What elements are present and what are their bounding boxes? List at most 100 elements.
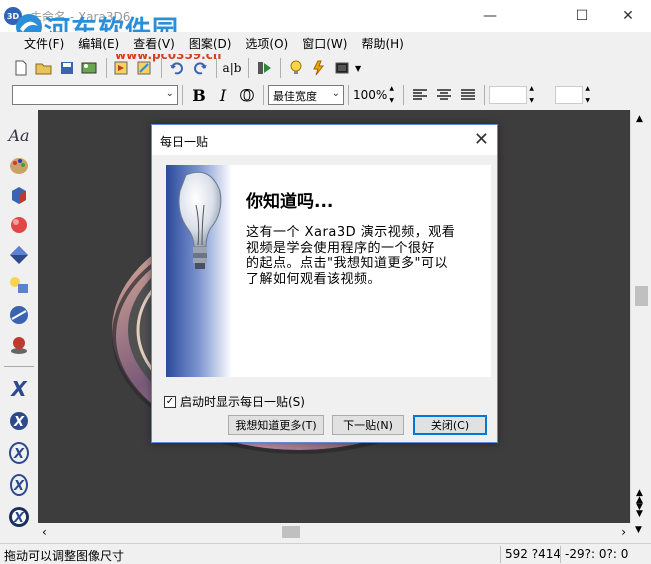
checkbox-checkmark-icon[interactable]: ✓ bbox=[164, 395, 176, 408]
frame-dropdown-icon[interactable]: ▼ bbox=[355, 64, 361, 73]
zoom-spin[interactable] bbox=[387, 85, 399, 105]
italic-button[interactable]: I bbox=[211, 84, 235, 106]
toolbar-separator bbox=[106, 58, 107, 78]
minimize-button[interactable]: — bbox=[467, 0, 513, 32]
open-folder-icon[interactable] bbox=[33, 57, 55, 79]
svg-text:X: X bbox=[13, 511, 25, 526]
dialog-title: 每日一贴 bbox=[160, 135, 209, 149]
frame-icon[interactable] bbox=[331, 57, 353, 79]
toolbar-separator bbox=[484, 85, 486, 105]
text-style-icon[interactable]: Aa bbox=[6, 122, 32, 148]
status-bar: 拖动可以调整图像尺寸 592 ?414 -29?: 0?: 0 bbox=[0, 543, 651, 564]
tool-separator bbox=[4, 366, 34, 367]
align-left-icon[interactable] bbox=[408, 84, 432, 106]
animation-pulse-icon[interactable]: X bbox=[6, 504, 32, 530]
undo-icon[interactable] bbox=[166, 57, 188, 79]
tip-line: 的起点。点击"我想知道更多"可以 bbox=[246, 256, 448, 271]
next-tip-button[interactable]: 下一贴(N) bbox=[332, 415, 404, 435]
width-mode-value: 最佳宽度 bbox=[273, 90, 317, 103]
lightbulb-icon[interactable] bbox=[285, 57, 307, 79]
show-on-startup-checkbox[interactable]: ✓ 启动时显示每日一贴(S) bbox=[164, 393, 305, 410]
dialog-close-icon[interactable]: ✕ bbox=[474, 129, 489, 150]
rotate-sphere-icon[interactable] bbox=[6, 302, 32, 328]
animation-rotate-icon[interactable]: X bbox=[6, 472, 32, 498]
menu-file[interactable]: 文件(F) bbox=[18, 35, 70, 52]
svg-text:X: X bbox=[13, 415, 25, 430]
menu-edit[interactable]: 编辑(E) bbox=[72, 35, 125, 52]
menu-design[interactable]: 图案(D) bbox=[183, 35, 238, 52]
horizontal-scroll-thumb[interactable] bbox=[282, 526, 300, 538]
toolbar-separator bbox=[263, 85, 264, 105]
letter-spacing-field[interactable] bbox=[489, 86, 528, 104]
tip-of-the-day-dialog: 每日一贴 ✕ 你知道吗... 这有一个 Xara3D 演示视频，观看 视频是学会… bbox=[151, 124, 498, 443]
redo-icon[interactable] bbox=[189, 57, 211, 79]
page-down-icon[interactable]: ▼ ▼ bbox=[636, 503, 643, 519]
bevel-sphere-icon[interactable] bbox=[6, 212, 32, 238]
align-center-icon[interactable] bbox=[432, 84, 456, 106]
shape-diamond-icon[interactable] bbox=[6, 242, 32, 268]
outline-button[interactable]: O bbox=[235, 84, 259, 106]
line-spacing-field[interactable] bbox=[555, 86, 584, 104]
text-edit-icon[interactable]: a|b bbox=[221, 57, 243, 79]
scroll-right-icon[interactable]: › bbox=[621, 525, 626, 539]
chevron-down-icon: ⌄ bbox=[165, 88, 174, 99]
menu-help[interactable]: 帮助(H) bbox=[355, 35, 409, 52]
svg-text:X: X bbox=[13, 479, 25, 494]
animation-swing-icon[interactable]: X bbox=[6, 408, 32, 434]
close-dialog-button[interactable]: 关闭(C) bbox=[413, 415, 487, 435]
format-toolbar: ⌄ B I O 最佳宽度 ⌄ 100% bbox=[0, 82, 651, 108]
status-size: 592 ?414 bbox=[500, 546, 565, 563]
vertical-scroll-thumb[interactable] bbox=[635, 286, 648, 306]
shadow-icon[interactable] bbox=[6, 332, 32, 358]
horizontal-scrollbar[interactable]: ‹ › bbox=[38, 523, 630, 541]
save-icon[interactable] bbox=[56, 57, 78, 79]
maximize-button[interactable]: ☐ bbox=[559, 0, 605, 32]
align-justify-icon[interactable] bbox=[456, 84, 480, 106]
status-angles: -29?: 0?: 0 bbox=[560, 546, 632, 563]
toolbar-separator bbox=[348, 85, 349, 105]
letter-spacing-spin[interactable] bbox=[527, 85, 539, 105]
menu-window[interactable]: 窗口(W) bbox=[296, 35, 353, 52]
toolbar-separator bbox=[182, 85, 183, 105]
main-toolbar: a|b ▼ bbox=[0, 55, 651, 81]
tip-line: 这有一个 Xara3D 演示视频，观看 bbox=[246, 225, 456, 240]
export-image-icon[interactable] bbox=[79, 57, 101, 79]
play-animation-icon[interactable] bbox=[253, 57, 275, 79]
zoom-stepper[interactable]: 100% bbox=[353, 85, 399, 105]
export-web-icon[interactable] bbox=[134, 57, 156, 79]
animation-x-icon[interactable]: X bbox=[6, 376, 32, 402]
scroll-down-icon[interactable]: ▼ bbox=[635, 525, 642, 535]
close-window-button[interactable]: ✕ bbox=[605, 0, 651, 32]
left-toolbar: Aa X X X X X bbox=[0, 110, 38, 540]
lightbulb-illustration-icon bbox=[166, 165, 232, 377]
tip-heading: 你知道吗... bbox=[246, 192, 334, 212]
show-on-startup-label: 启动时显示每日一贴(S) bbox=[180, 395, 305, 409]
line-spacing-spin[interactable] bbox=[583, 85, 595, 105]
extrude-cube-icon[interactable] bbox=[6, 182, 32, 208]
width-mode-combo[interactable]: 最佳宽度 ⌄ bbox=[268, 85, 344, 105]
toolbar-separator bbox=[403, 85, 405, 105]
toolbar-separator bbox=[248, 58, 249, 78]
scroll-up-icon[interactable]: ▲ bbox=[636, 114, 643, 124]
lighting-icon[interactable] bbox=[308, 57, 330, 79]
scroll-left-icon[interactable]: ‹ bbox=[42, 525, 47, 539]
tip-panel: 你知道吗... 这有一个 Xara3D 演示视频，观看 视频是学会使用程序的一个… bbox=[166, 165, 491, 377]
bold-button[interactable]: B bbox=[187, 84, 211, 106]
chevron-down-icon: ⌄ bbox=[331, 88, 340, 99]
export-animation-icon[interactable] bbox=[111, 57, 133, 79]
vertical-scrollbar[interactable]: ▲ ▲ ▲ ▼ ▼ bbox=[630, 110, 651, 523]
toolbar-separator bbox=[161, 58, 162, 78]
font-combo[interactable]: ⌄ bbox=[12, 85, 178, 105]
color-palette-icon[interactable] bbox=[6, 152, 32, 178]
learn-more-button[interactable]: 我想知道更多(T) bbox=[228, 415, 324, 435]
animation-spin-icon[interactable]: X bbox=[6, 440, 32, 466]
lights-icon[interactable] bbox=[6, 272, 32, 298]
toolbar-separator bbox=[280, 58, 281, 78]
svg-text:X: X bbox=[13, 447, 25, 462]
new-file-icon[interactable] bbox=[10, 57, 32, 79]
toolbar-separator bbox=[216, 58, 217, 78]
menu-options[interactable]: 选项(O) bbox=[239, 35, 294, 52]
menu-bar: 文件(F) 编辑(E) 查看(V) 图案(D) 选项(O) 窗口(W) 帮助(H… bbox=[0, 32, 651, 54]
menu-view[interactable]: 查看(V) bbox=[127, 35, 181, 52]
tip-body: 这有一个 Xara3D 演示视频，观看 视频是学会使用程序的一个很好 的起点。点… bbox=[246, 225, 486, 287]
